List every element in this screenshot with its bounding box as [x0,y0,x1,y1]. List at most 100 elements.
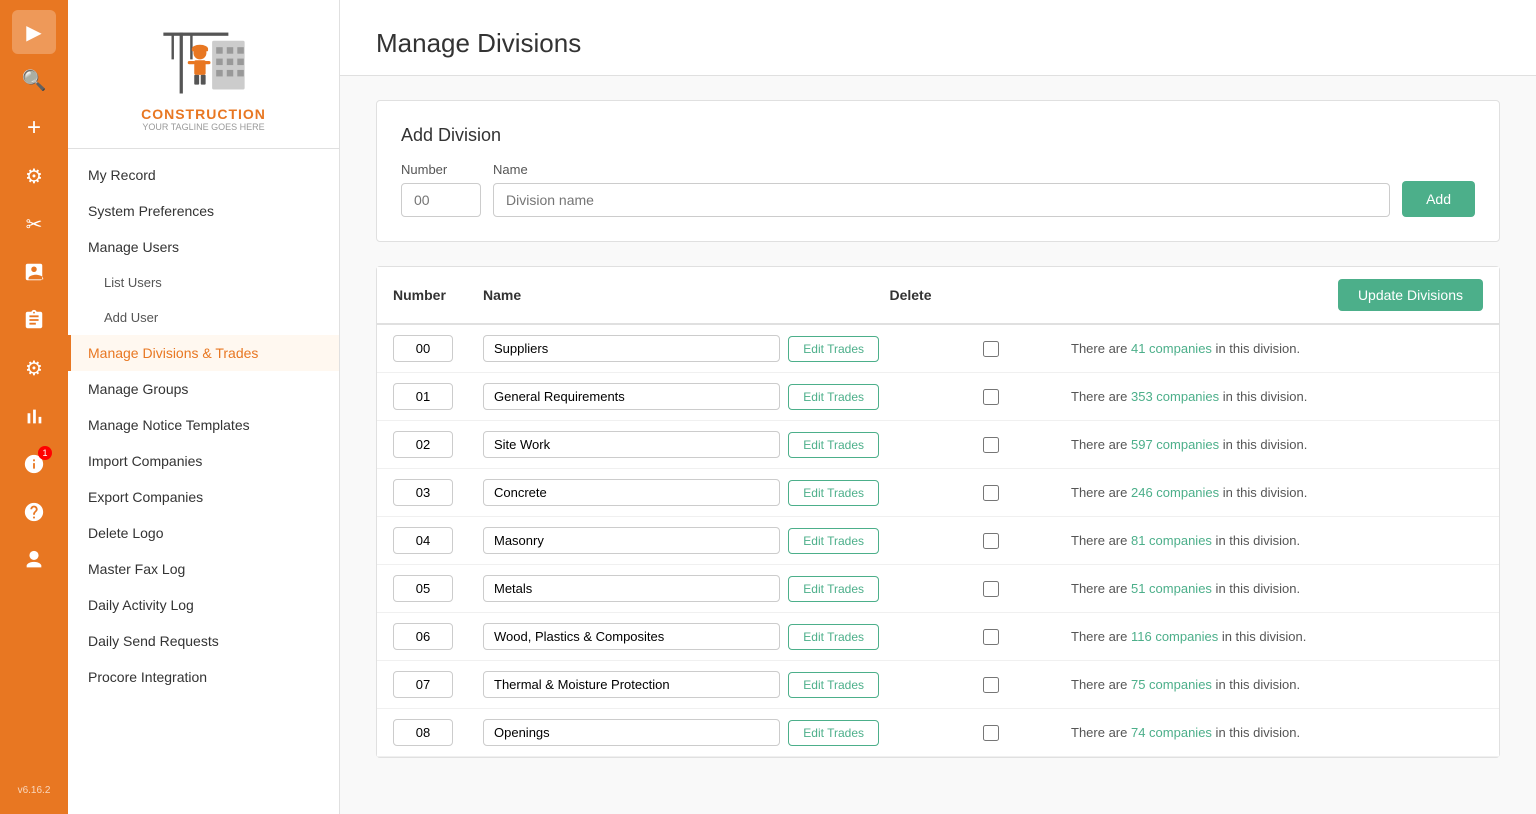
row-name-input[interactable] [483,575,780,602]
sidebar-item-daily-activity-log[interactable]: Daily Activity Log [68,587,339,623]
contact-icon[interactable] [12,250,56,294]
edit-trades-button[interactable]: Edit Trades [788,720,879,746]
edit-trades-button[interactable]: Edit Trades [788,672,879,698]
table-row: Edit Trades There are 246 companies in t… [377,469,1499,517]
row-name-input[interactable] [483,623,780,650]
table-row: Edit Trades There are 597 companies in t… [377,421,1499,469]
add-button[interactable]: Add [1402,181,1475,217]
row-info-cell: There are 74 companies in this division. [1071,725,1483,740]
delete-checkbox[interactable] [983,629,999,645]
sidebar-item-procore-integration[interactable]: Procore Integration [68,659,339,695]
companies-count: 41 companies [1131,341,1212,356]
row-name-cell: Edit Trades [483,527,911,554]
edit-trades-button[interactable]: Edit Trades [788,336,879,362]
delete-checkbox[interactable] [983,341,999,357]
chart-icon[interactable] [12,394,56,438]
row-name-cell: Edit Trades [483,383,911,410]
sidebar-item-manage-notice-templates[interactable]: Manage Notice Templates [68,407,339,443]
help-icon[interactable] [12,490,56,534]
row-number-input[interactable] [393,671,453,698]
edit-trades-button[interactable]: Edit Trades [788,528,879,554]
edit-trades-button[interactable]: Edit Trades [788,384,879,410]
sidebar-item-manage-users[interactable]: Manage Users [68,229,339,265]
row-number-input[interactable] [393,431,453,458]
add-icon[interactable]: + [12,106,56,150]
row-name-input[interactable] [483,671,780,698]
user-icon[interactable] [12,538,56,582]
delete-checkbox[interactable] [983,437,999,453]
edit-trades-button[interactable]: Edit Trades [788,624,879,650]
row-delete-cell [911,533,1071,549]
delete-checkbox[interactable] [983,725,999,741]
row-info-cell: There are 246 companies in this division… [1071,485,1483,500]
delete-checkbox[interactable] [983,485,999,501]
edit-trades-button[interactable]: Edit Trades [788,432,879,458]
row-number-input[interactable] [393,479,453,506]
table-row: Edit Trades There are 116 companies in t… [377,613,1499,661]
row-delete-cell [911,629,1071,645]
sidebar-item-export-companies[interactable]: Export Companies [68,479,339,515]
search-icon[interactable]: 🔍 [12,58,56,102]
table-row: Edit Trades There are 81 companies in th… [377,517,1499,565]
delete-checkbox[interactable] [983,533,999,549]
sidebar-item-import-companies[interactable]: Import Companies [68,443,339,479]
divisions-table: Number Name Delete Update Divisions Edit… [376,266,1500,758]
version-label: v6.16.2 [18,785,51,804]
table-row: Edit Trades There are 353 companies in t… [377,373,1499,421]
update-divisions-button[interactable]: Update Divisions [1338,279,1483,311]
tools-icon[interactable]: ✂ [12,202,56,246]
sidebar-item-master-fax-log[interactable]: Master Fax Log [68,551,339,587]
row-info-cell: There are 353 companies in this division… [1071,389,1483,404]
clipboard-icon[interactable] [12,298,56,342]
sidebar-item-daily-send-requests[interactable]: Daily Send Requests [68,623,339,659]
row-name-input[interactable] [483,335,780,362]
delete-checkbox[interactable] [983,581,999,597]
row-name-input[interactable] [483,431,780,458]
row-number-cell [393,383,483,410]
gear-icon[interactable]: ⚙ [12,154,56,198]
delete-checkbox[interactable] [983,677,999,693]
number-form-group: Number [401,162,481,217]
sidebar-item-list-users[interactable]: List Users [68,265,339,300]
row-number-input[interactable] [393,335,453,362]
row-name-input[interactable] [483,527,780,554]
sidebar: CONSTRUCTION YOUR TAGLINE GOES HERE My R… [68,0,340,814]
row-number-input[interactable] [393,527,453,554]
table-row: Edit Trades There are 75 companies in th… [377,661,1499,709]
row-name-input[interactable] [483,383,780,410]
play-icon[interactable]: ▶ [12,10,56,54]
row-number-cell [393,335,483,362]
row-number-input[interactable] [393,575,453,602]
row-name-input[interactable] [483,719,780,746]
icon-bar: ▶ 🔍 + ⚙ ✂ ⚙ 1 v6.16.2 [0,0,68,814]
logo-text: CONSTRUCTION [141,106,266,122]
edit-trades-button[interactable]: Edit Trades [788,480,879,506]
edit-trades-button[interactable]: Edit Trades [788,576,879,602]
row-name-input[interactable] [483,479,780,506]
sidebar-item-add-user[interactable]: Add User [68,300,339,335]
delete-column-header: Delete [830,287,990,303]
row-name-cell: Edit Trades [483,431,911,458]
row-number-cell [393,527,483,554]
sidebar-item-manage-divisions[interactable]: Manage Divisions & Trades [68,335,339,371]
row-delete-cell [911,389,1071,405]
sidebar-item-my-record[interactable]: My Record [68,157,339,193]
name-input-field[interactable] [493,183,1390,217]
row-number-cell [393,479,483,506]
delete-checkbox[interactable] [983,389,999,405]
row-number-input[interactable] [393,623,453,650]
row-number-input[interactable] [393,719,453,746]
companies-count: 75 companies [1131,677,1212,692]
row-number-cell [393,623,483,650]
row-info-cell: There are 597 companies in this division… [1071,437,1483,452]
sidebar-item-delete-logo[interactable]: Delete Logo [68,515,339,551]
settings2-icon[interactable]: ⚙ [12,346,56,390]
number-label: Number [401,162,481,177]
info-icon[interactable]: 1 [12,442,56,486]
sidebar-item-manage-groups[interactable]: Manage Groups [68,371,339,407]
number-input-field[interactable] [401,183,481,217]
sidebar-item-system-preferences[interactable]: System Preferences [68,193,339,229]
row-number-input[interactable] [393,383,453,410]
row-delete-cell [911,725,1071,741]
row-delete-cell [911,677,1071,693]
